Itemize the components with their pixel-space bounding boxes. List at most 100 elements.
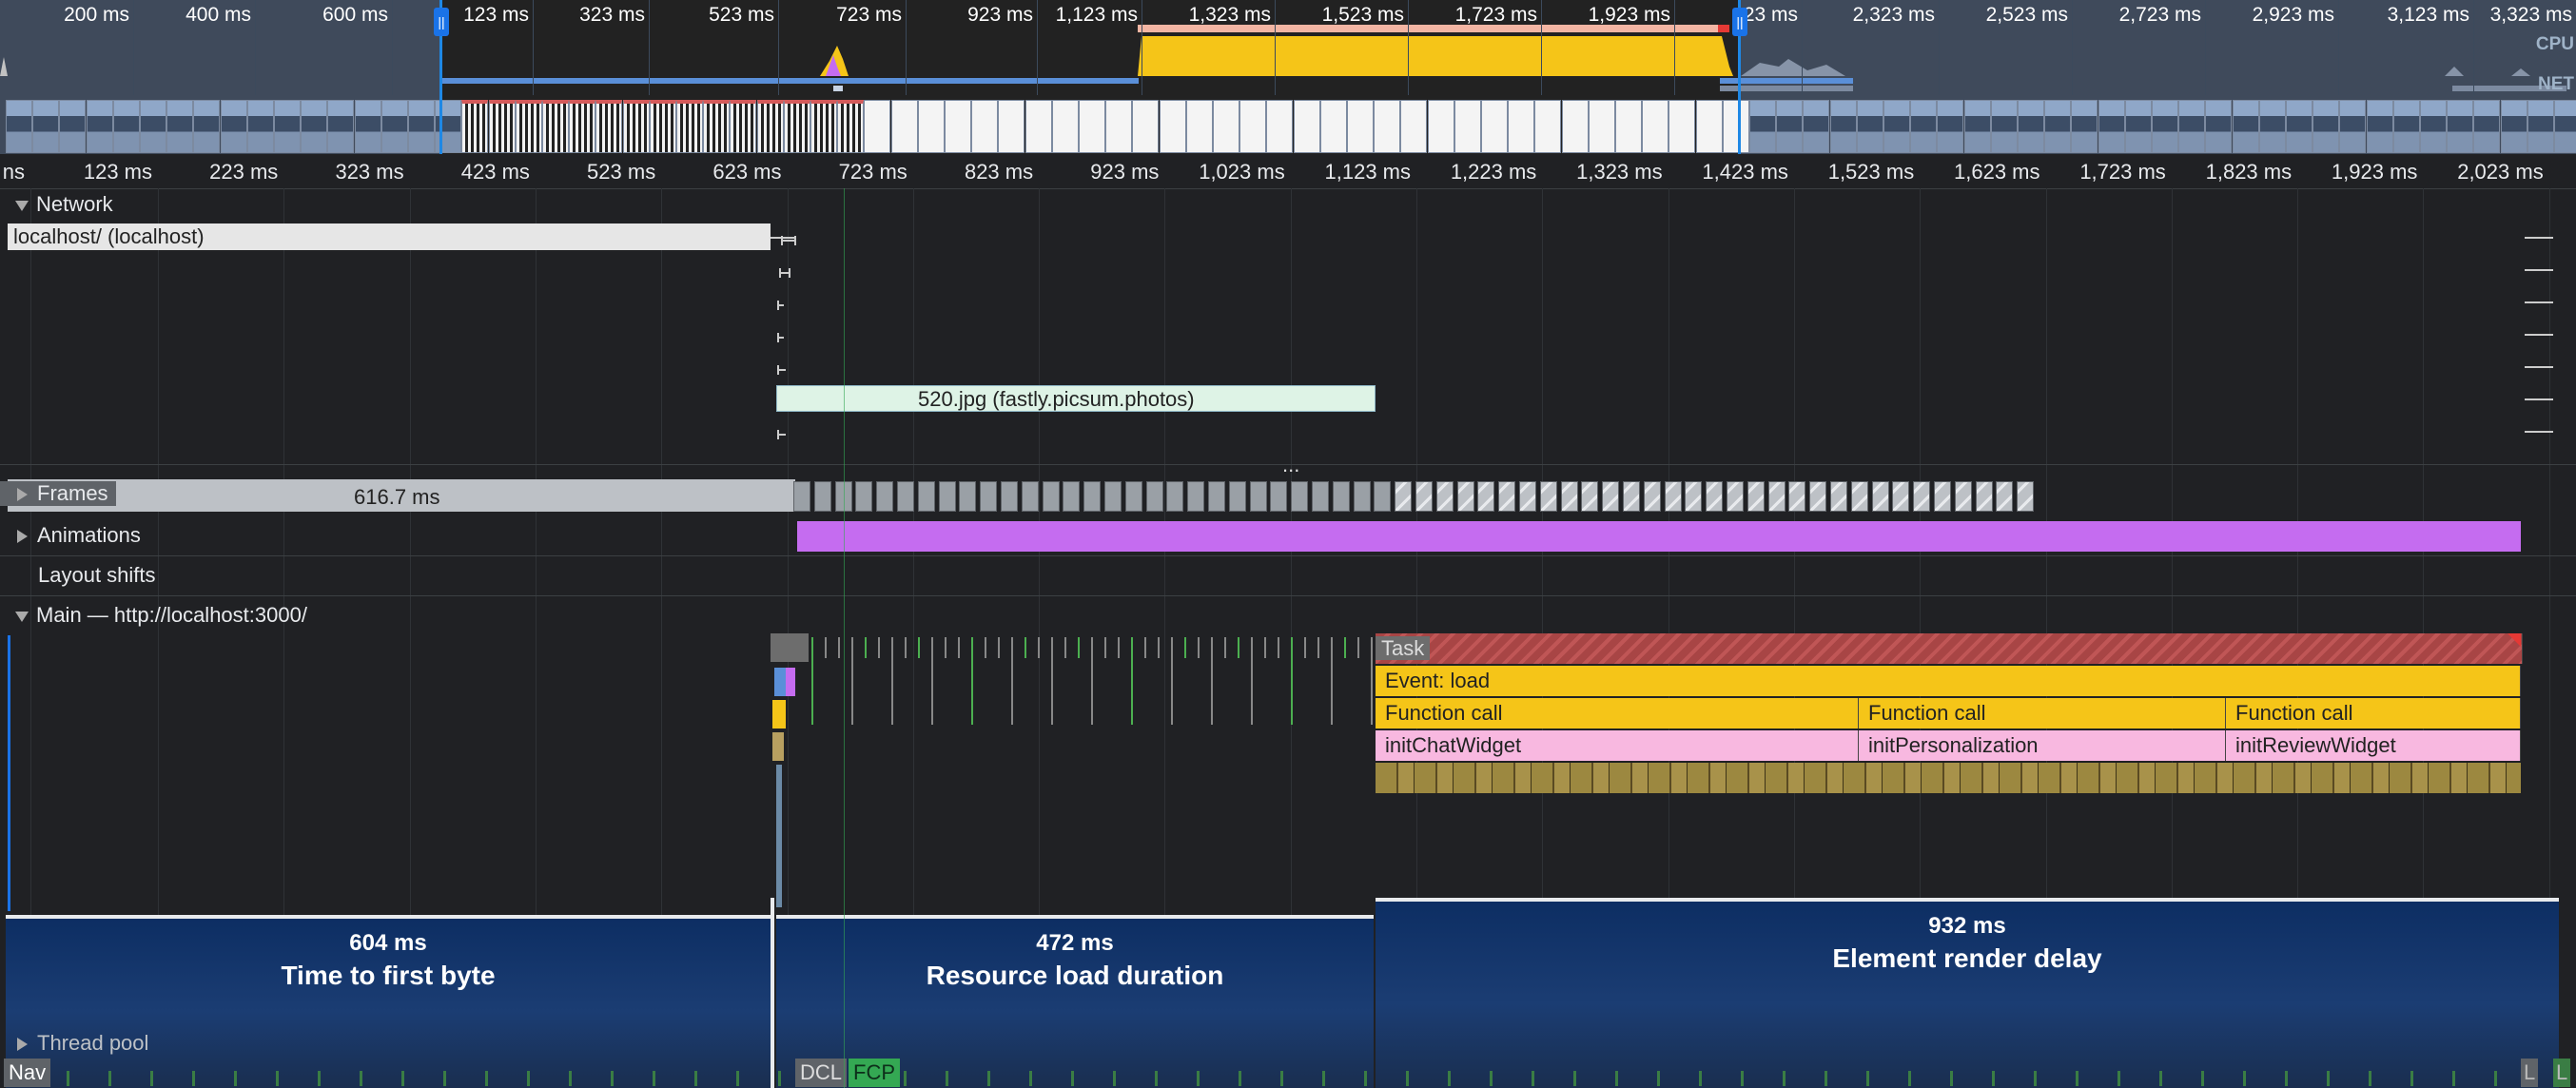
nested-call-bars[interactable] [1376, 763, 2521, 793]
filmstrip-frame[interactable] [1990, 100, 2018, 153]
frame-box[interactable] [1042, 481, 1060, 512]
filmstrip-frame[interactable] [2258, 100, 2286, 153]
frame-box[interactable] [897, 481, 914, 512]
animations-track-header[interactable]: Animations [0, 523, 141, 548]
frame-box[interactable] [1975, 481, 1993, 512]
filmstrip-frame[interactable] [2447, 100, 2474, 153]
filmstrip-frame[interactable] [1025, 100, 1052, 153]
frame-box[interactable] [813, 481, 831, 512]
filmstrip-frame[interactable] [1669, 100, 1696, 153]
timeline-overview[interactable]: 200 ms 400 ms 600 ms 123 ms 323 ms 523 ms 723 … [0, 0, 2576, 154]
filmstrip-frame[interactable] [1749, 100, 1776, 153]
frame-box[interactable] [1560, 481, 1578, 512]
network-request-document[interactable]: localhost/ (localhost) [8, 223, 771, 250]
frame-box[interactable] [1456, 481, 1474, 512]
filmstrip-frame[interactable] [327, 100, 355, 153]
filmstrip-frame[interactable] [2500, 100, 2527, 153]
filmstrip-frame[interactable] [1427, 100, 1454, 153]
filmstrip-frame[interactable] [1400, 100, 1428, 153]
filmstrip-frame[interactable] [676, 100, 703, 153]
filmstrip-frame[interactable] [166, 100, 194, 153]
filmstrip-frame[interactable] [945, 100, 971, 153]
frame-box[interactable] [1727, 481, 1744, 512]
filmstrip-frame[interactable] [1508, 100, 1535, 153]
filmstrip-frame[interactable] [2124, 100, 2152, 153]
filmstrip-frame[interactable] [1239, 100, 1267, 153]
filmstrip-frame[interactable] [1374, 100, 1401, 153]
frame-box[interactable] [1623, 481, 1640, 512]
filmstrip-frame[interactable] [2044, 100, 2072, 153]
filmstrip-frame[interactable] [1642, 100, 1669, 153]
filmstrip-frame[interactable] [1776, 100, 1804, 153]
frame-box[interactable] [1996, 481, 2014, 512]
frame-box[interactable] [1519, 481, 1536, 512]
filmstrip-frame[interactable] [837, 100, 865, 153]
filmstrip-frame[interactable] [542, 100, 569, 153]
filmstrip-frame[interactable] [461, 100, 489, 153]
network-request-image[interactable]: 520.jpg (fastly.picsum.photos) [776, 385, 1376, 412]
frame-box[interactable] [1954, 481, 1972, 512]
frame-box[interactable] [1435, 481, 1454, 512]
filmstrip-frame[interactable] [140, 100, 166, 153]
phase-render-delay[interactable]: 932 ms Element render delay [1376, 898, 2559, 1088]
selection-start-handle[interactable]: || [434, 8, 449, 36]
frame-box[interactable] [1124, 481, 1142, 512]
frame-box[interactable] [1228, 481, 1246, 512]
filmstrip-frame[interactable] [1293, 100, 1320, 153]
frame-box[interactable] [1208, 481, 1225, 512]
filmstrip-frame[interactable] [649, 100, 676, 153]
frame-box[interactable] [793, 481, 810, 512]
screenshot-filmstrip[interactable] [6, 100, 2576, 153]
frame-box[interactable] [1312, 481, 1329, 512]
frame-box[interactable] [1685, 481, 1703, 512]
filmstrip-frame[interactable] [890, 100, 918, 153]
filmstrip-frame[interactable] [1213, 100, 1239, 153]
filmstrip-frame[interactable] [220, 100, 247, 153]
frame-box[interactable] [1063, 481, 1081, 512]
filmstrip-frame[interactable] [2178, 100, 2206, 153]
lcp-marker[interactable]: L [2553, 1059, 2571, 1087]
selection-end-handle[interactable]: || [1732, 8, 1747, 36]
filmstrip-frame[interactable] [1615, 100, 1642, 153]
filmstrip-frame[interactable] [488, 100, 516, 153]
frame-box[interactable] [938, 481, 956, 512]
filmstrip-frame[interactable] [2554, 100, 2576, 153]
main-track-header[interactable]: Main — http://localhost:3000/ [0, 603, 307, 628]
task-bar[interactable]: Task [1376, 633, 2523, 664]
frame-box[interactable] [1477, 481, 1495, 512]
filmstrip-frame[interactable] [2527, 100, 2554, 153]
event-load-bar[interactable]: Event: load [1376, 666, 2521, 696]
dcl-marker[interactable]: DCL [795, 1059, 848, 1087]
frames-track-header[interactable]: Frames [0, 481, 116, 506]
filmstrip-frame[interactable] [6, 100, 32, 153]
frame-box[interactable] [1187, 481, 1205, 512]
frame-box[interactable] [1871, 481, 1889, 512]
layout-shifts-track-title[interactable]: Layout shifts [38, 563, 156, 588]
thread-pool-track-header[interactable]: Thread pool [0, 1031, 148, 1056]
filmstrip-frame[interactable] [1132, 100, 1160, 153]
filmstrip-frame[interactable] [756, 100, 784, 153]
filmstrip-frame[interactable] [1534, 100, 1562, 153]
function-call-bar[interactable]: Function call [2226, 698, 2521, 729]
filmstrip-frame[interactable] [1883, 100, 1910, 153]
frame-box[interactable] [1913, 481, 1931, 512]
filmstrip-frame[interactable] [381, 100, 408, 153]
frame-box[interactable] [1892, 481, 1910, 512]
frame-box[interactable] [1767, 481, 1786, 512]
frame-box[interactable] [1166, 481, 1184, 512]
frame-box[interactable] [876, 481, 894, 512]
filmstrip-frame[interactable] [998, 100, 1025, 153]
frame-box[interactable] [1809, 481, 1827, 512]
filmstrip-frame[interactable] [1079, 100, 1105, 153]
filmstrip-frame[interactable] [1561, 100, 1589, 153]
filmstrip-frame[interactable] [864, 100, 891, 153]
filmstrip-frame[interactable] [2339, 100, 2367, 153]
filmstrip-frame[interactable] [2286, 100, 2313, 153]
filmstrip-frame[interactable] [2392, 100, 2420, 153]
frame-box[interactable] [1083, 481, 1102, 512]
filmstrip-frame[interactable] [1266, 100, 1294, 153]
filmstrip-frame[interactable] [730, 100, 757, 153]
frame-box[interactable] [1270, 481, 1288, 512]
filmstrip-frame[interactable] [515, 100, 542, 153]
fcp-marker[interactable]: FCP [849, 1059, 900, 1087]
